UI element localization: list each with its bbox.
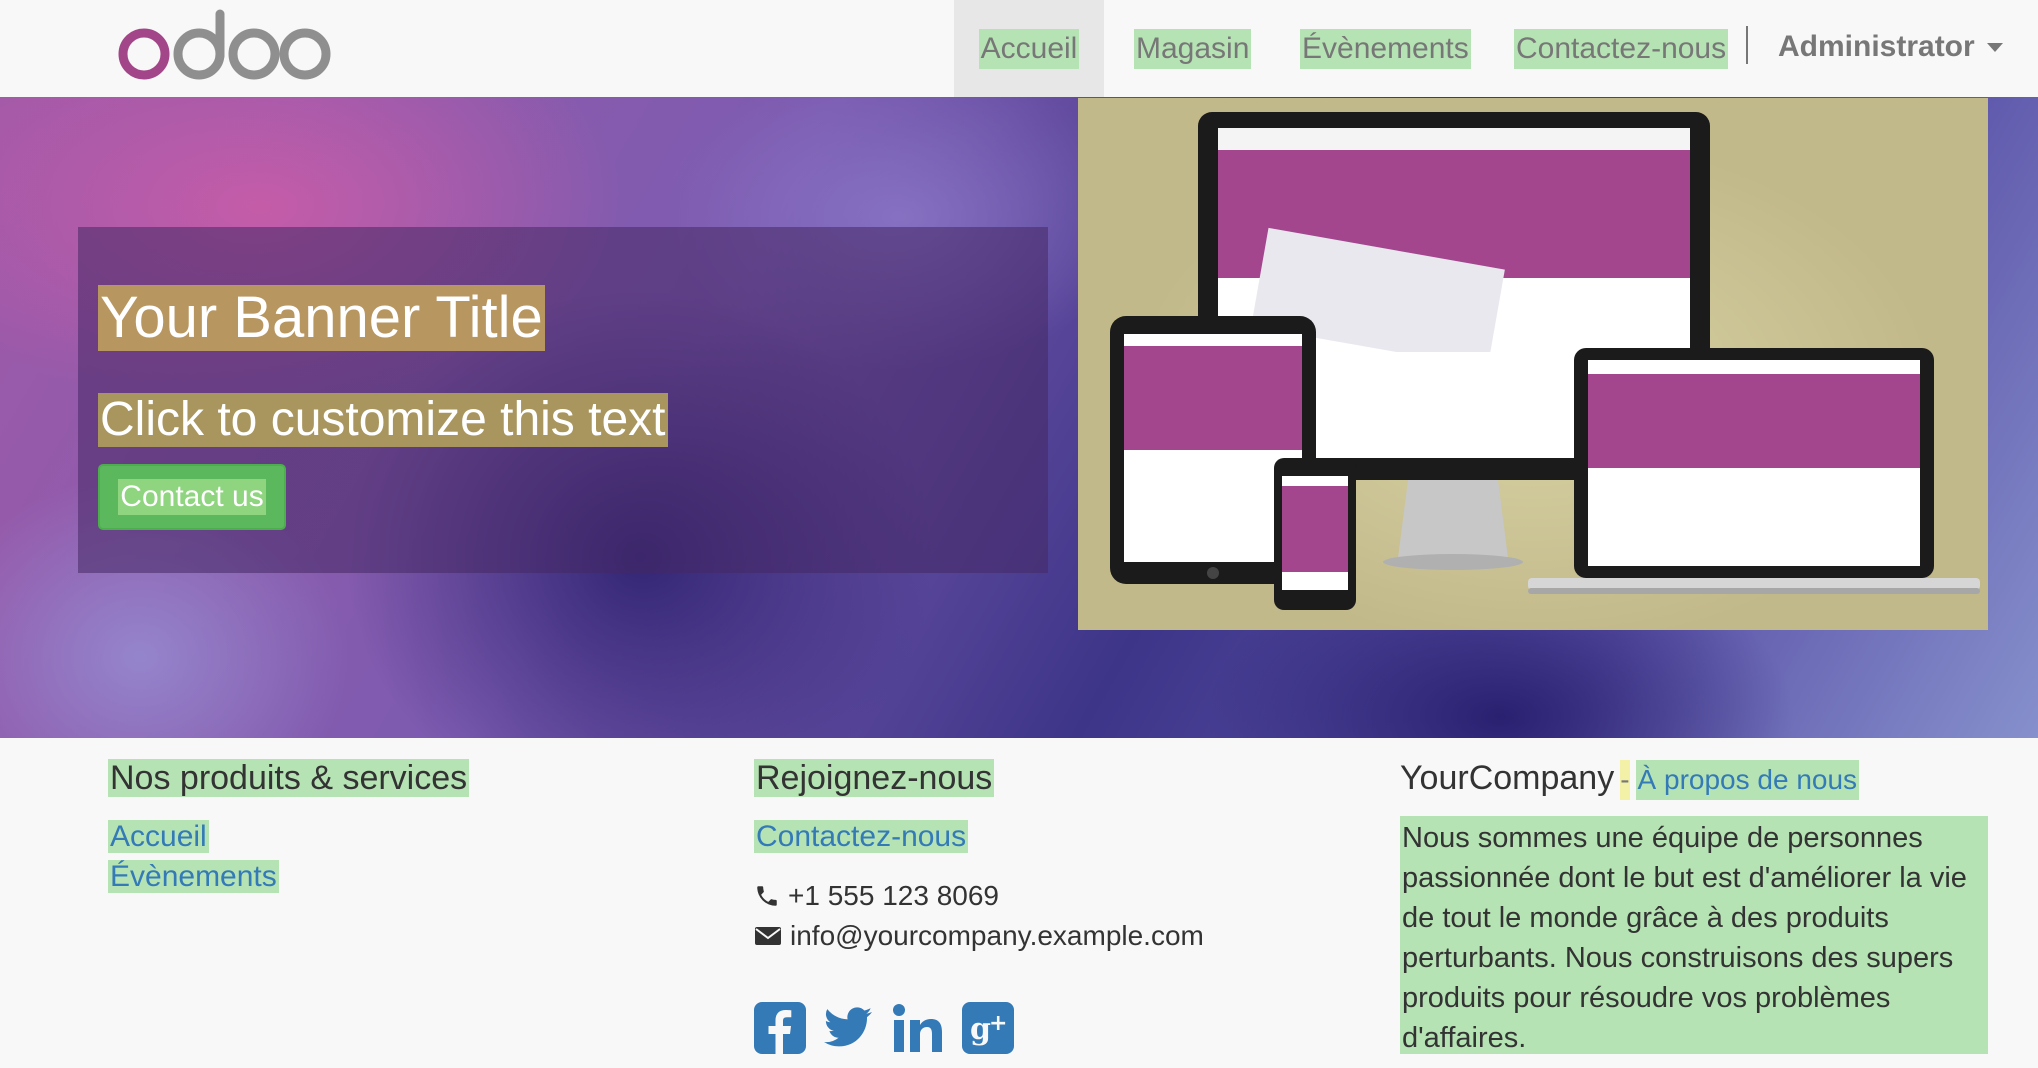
footer-phone: +1 555 123 8069 [754, 879, 999, 913]
footer-phone-text: +1 555 123 8069 [788, 880, 999, 911]
nav-divider [1746, 26, 1748, 64]
footer-products-title-text: Nos produits & services [108, 759, 470, 797]
footer-join-title-text: Rejoignez-nous [754, 759, 995, 797]
nav-accueil-label: Accueil [978, 28, 1080, 69]
caret-down-icon [1986, 42, 2003, 52]
hero-banner: Your Banner Title Click to customize thi… [0, 97, 2038, 738]
footer-link-accueil-label: Accueil [108, 820, 209, 853]
company-separator: - [1620, 760, 1630, 800]
nav-evenements-label: Évènements [1300, 28, 1471, 69]
footer-link-evenements[interactable]: Évènements [108, 858, 279, 896]
facebook-icon[interactable] [754, 1002, 806, 1054]
nav-magasin[interactable]: Magasin [1134, 0, 1252, 97]
svg-text:g: g [970, 1012, 991, 1047]
nav-contactez-nous[interactable]: Contactez-nous [1514, 0, 1729, 97]
nav-contactez-nous-label: Contactez-nous [1514, 28, 1729, 69]
devices-illustration [1110, 112, 1980, 610]
footer-link-contactez-nous-label: Contactez-nous [754, 820, 969, 853]
footer-company-title: YourCompany - À propos de nous [1400, 758, 1860, 800]
odoo-logo[interactable] [114, 6, 334, 82]
twitter-icon[interactable] [822, 1002, 874, 1054]
banner-title[interactable]: Your Banner Title [98, 285, 545, 351]
responsive-devices-image [1078, 98, 1988, 630]
footer-link-evenements-label: Évènements [108, 860, 279, 893]
contact-us-button[interactable]: Contact us [98, 464, 286, 530]
footer-link-accueil[interactable]: Accueil [108, 818, 209, 856]
contact-us-button-label: Contact us [118, 479, 266, 515]
user-menu[interactable]: Administrator [1778, 0, 2003, 94]
svg-text:+: + [989, 1011, 1007, 1036]
footer-email: info@yourcompany.example.com [754, 919, 1204, 953]
nav-evenements[interactable]: Évènements [1300, 0, 1471, 97]
footer-email-text: info@yourcompany.example.com [790, 920, 1204, 951]
footer-link-contactez-nous[interactable]: Contactez-nous [754, 818, 969, 856]
about-us-link[interactable]: À propos de nous [1635, 760, 1860, 800]
company-description: Nous sommes une équipe de personnes pass… [1400, 816, 1988, 1054]
envelope-icon [755, 927, 781, 945]
banner-subtitle[interactable]: Click to customize this text [98, 393, 668, 447]
phone-icon [757, 886, 777, 906]
footer-products-title: Nos produits & services [108, 758, 470, 798]
user-name: Administrator [1778, 30, 1975, 63]
nav-accueil[interactable]: Accueil [954, 0, 1104, 97]
footer-join-title: Rejoignez-nous [754, 758, 995, 798]
google-plus-icon[interactable]: g + [962, 1002, 1014, 1054]
nav-magasin-label: Magasin [1134, 28, 1252, 69]
company-name: YourCompany [1400, 759, 1615, 797]
linkedin-icon[interactable] [892, 1002, 944, 1054]
top-navbar: Accueil Magasin Évènements Contactez-nou… [0, 0, 2038, 98]
